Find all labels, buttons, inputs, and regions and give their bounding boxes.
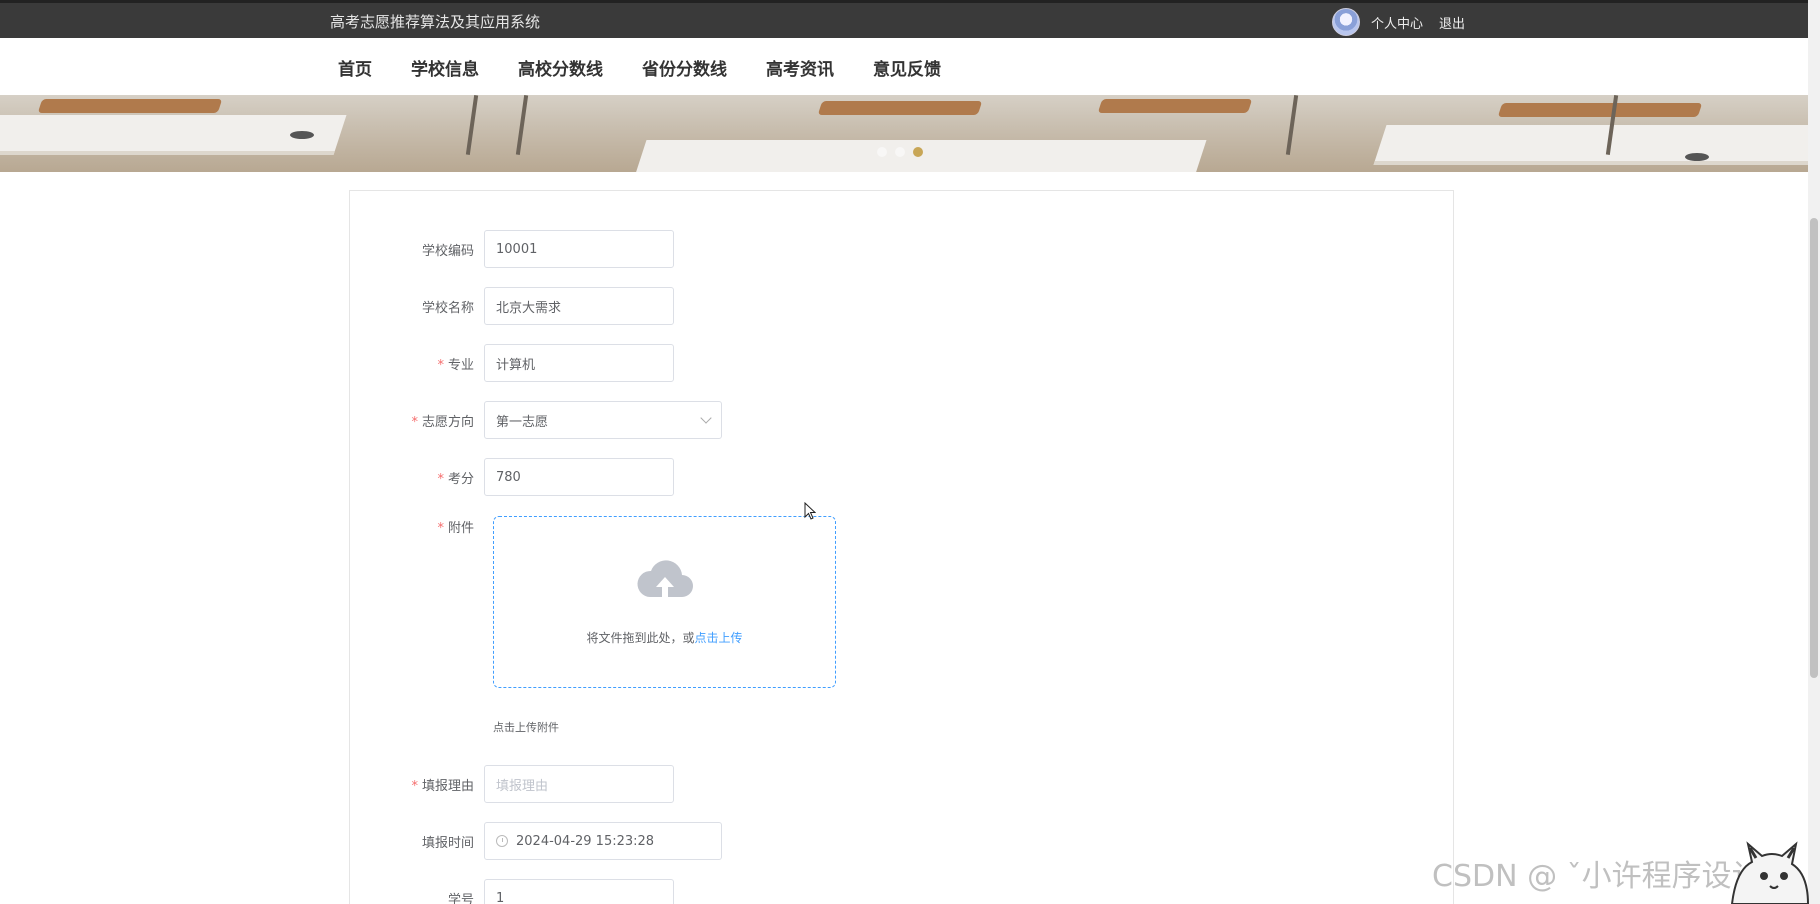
school-code-label: 学校编码 xyxy=(421,243,474,259)
preference-value: 第一志愿 xyxy=(496,414,549,430)
form-row-student-no: 学号 1 xyxy=(350,879,674,904)
fill-time-label: 填报时间 xyxy=(421,835,474,851)
chevron-down-icon xyxy=(700,412,712,424)
form-row-attachment: * 附件 xyxy=(350,516,484,536)
upload-drop-text: 将文件拖到此处，或 xyxy=(586,631,695,645)
user-center-link[interactable]: 个人中心 xyxy=(1371,13,1423,32)
school-name-value: 北京大需求 xyxy=(496,300,562,316)
school-code-input[interactable]: 10001 xyxy=(484,230,674,268)
fill-time-value: 2024-04-29 15:23:28 xyxy=(516,833,655,849)
banner-leg xyxy=(1285,95,1299,155)
school-code-value: 10001 xyxy=(496,241,538,257)
main-nav: 首页 学校信息 高校分数线 省份分数线 高考资讯 意见反馈 xyxy=(0,38,1808,95)
application-form: 学校编码 10001 学校名称 北京大需求 * 专业 计算机 * 志愿方向 第一志愿… xyxy=(349,190,1454,904)
nav-item-news[interactable]: 高考资讯 xyxy=(766,55,834,80)
reason-placeholder: 填报理由 xyxy=(496,778,549,794)
carousel-dot-3[interactable] xyxy=(913,147,923,157)
banner-desk-hole xyxy=(290,131,314,139)
banner-leg xyxy=(465,95,479,155)
score-input[interactable]: 780 xyxy=(484,458,674,496)
banner-carousel xyxy=(0,95,1808,172)
page-scrollbar[interactable] xyxy=(1808,0,1820,904)
top-bar: 高考志愿推荐算法及其应用系统 个人中心 退出 xyxy=(0,0,1808,38)
form-row-major: * 专业 计算机 xyxy=(350,344,674,382)
form-row-reason: * 填报理由 填报理由 xyxy=(350,765,674,803)
student-no-input[interactable]: 1 xyxy=(484,879,674,904)
nav-item-college-scores[interactable]: 高校分数线 xyxy=(518,55,603,80)
school-name-input[interactable]: 北京大需求 xyxy=(484,287,674,325)
required-mark: * xyxy=(437,471,444,487)
upload-hint: 将文件拖到此处，或点击上传 xyxy=(494,629,835,646)
banner-chair xyxy=(1497,103,1703,117)
user-area: 个人中心 退出 xyxy=(1332,8,1465,36)
form-row-fill-time: 填报时间 2024-04-29 15:23:28 xyxy=(350,822,722,860)
student-no-value: 1 xyxy=(496,890,505,904)
nav-item-school-info[interactable]: 学校信息 xyxy=(411,55,479,80)
required-mark: * xyxy=(437,520,444,536)
required-mark: * xyxy=(437,357,444,373)
major-label: * 专业 xyxy=(437,357,474,373)
form-row-school-code: 学校编码 10001 xyxy=(350,230,674,268)
banner-chair xyxy=(1097,99,1253,113)
form-row-score: * 考分 780 xyxy=(350,458,674,496)
banner-desk-hole xyxy=(1685,153,1709,161)
upload-cloud-icon xyxy=(637,560,693,597)
cat-mascot-icon xyxy=(1730,841,1810,904)
student-no-label: 学号 xyxy=(447,892,474,904)
carousel-dot-1[interactable] xyxy=(877,147,887,157)
school-name-label: 学校名称 xyxy=(421,300,474,316)
upload-tip: 点击上传附件 xyxy=(493,721,559,734)
clock-icon xyxy=(496,835,508,847)
upload-link[interactable]: 点击上传 xyxy=(695,631,743,645)
score-label: * 考分 xyxy=(437,471,474,487)
banner-leg xyxy=(515,95,529,155)
carousel-dot-2[interactable] xyxy=(895,147,905,157)
major-value: 计算机 xyxy=(496,357,536,373)
nav-item-feedback[interactable]: 意见反馈 xyxy=(873,55,941,80)
required-mark: * xyxy=(411,414,418,430)
preference-select[interactable]: 第一志愿 xyxy=(484,401,722,439)
banner-desk xyxy=(1373,125,1808,165)
reason-input[interactable]: 填报理由 xyxy=(484,765,674,803)
carousel-indicators xyxy=(877,147,931,157)
site-title: 高考志愿推荐算法及其应用系统 xyxy=(330,13,541,31)
banner-chair xyxy=(37,99,223,113)
score-value: 780 xyxy=(496,469,521,485)
nav-item-province-scores[interactable]: 省份分数线 xyxy=(642,55,727,80)
watermark: CSDN @ ˇ小许程序设计 xyxy=(1432,859,1762,894)
preference-label: * 志愿方向 xyxy=(411,414,474,430)
attachment-label: * 附件 xyxy=(437,520,474,536)
form-row-preference: * 志愿方向 第一志愿 xyxy=(350,401,722,439)
fill-time-picker[interactable]: 2024-04-29 15:23:28 xyxy=(484,822,722,860)
form-row-school-name: 学校名称 北京大需求 xyxy=(350,287,674,325)
banner-chair xyxy=(817,101,983,115)
major-input[interactable]: 计算机 xyxy=(484,344,674,382)
upload-dropzone[interactable]: 将文件拖到此处，或点击上传 xyxy=(493,516,836,688)
logout-link[interactable]: 退出 xyxy=(1439,13,1465,32)
required-mark: * xyxy=(411,778,418,794)
nav-item-home[interactable]: 首页 xyxy=(338,55,372,80)
mouse-cursor-icon xyxy=(804,502,816,520)
avatar[interactable] xyxy=(1332,8,1360,36)
reason-label: * 填报理由 xyxy=(411,778,474,794)
scrollbar-thumb[interactable] xyxy=(1810,218,1818,678)
